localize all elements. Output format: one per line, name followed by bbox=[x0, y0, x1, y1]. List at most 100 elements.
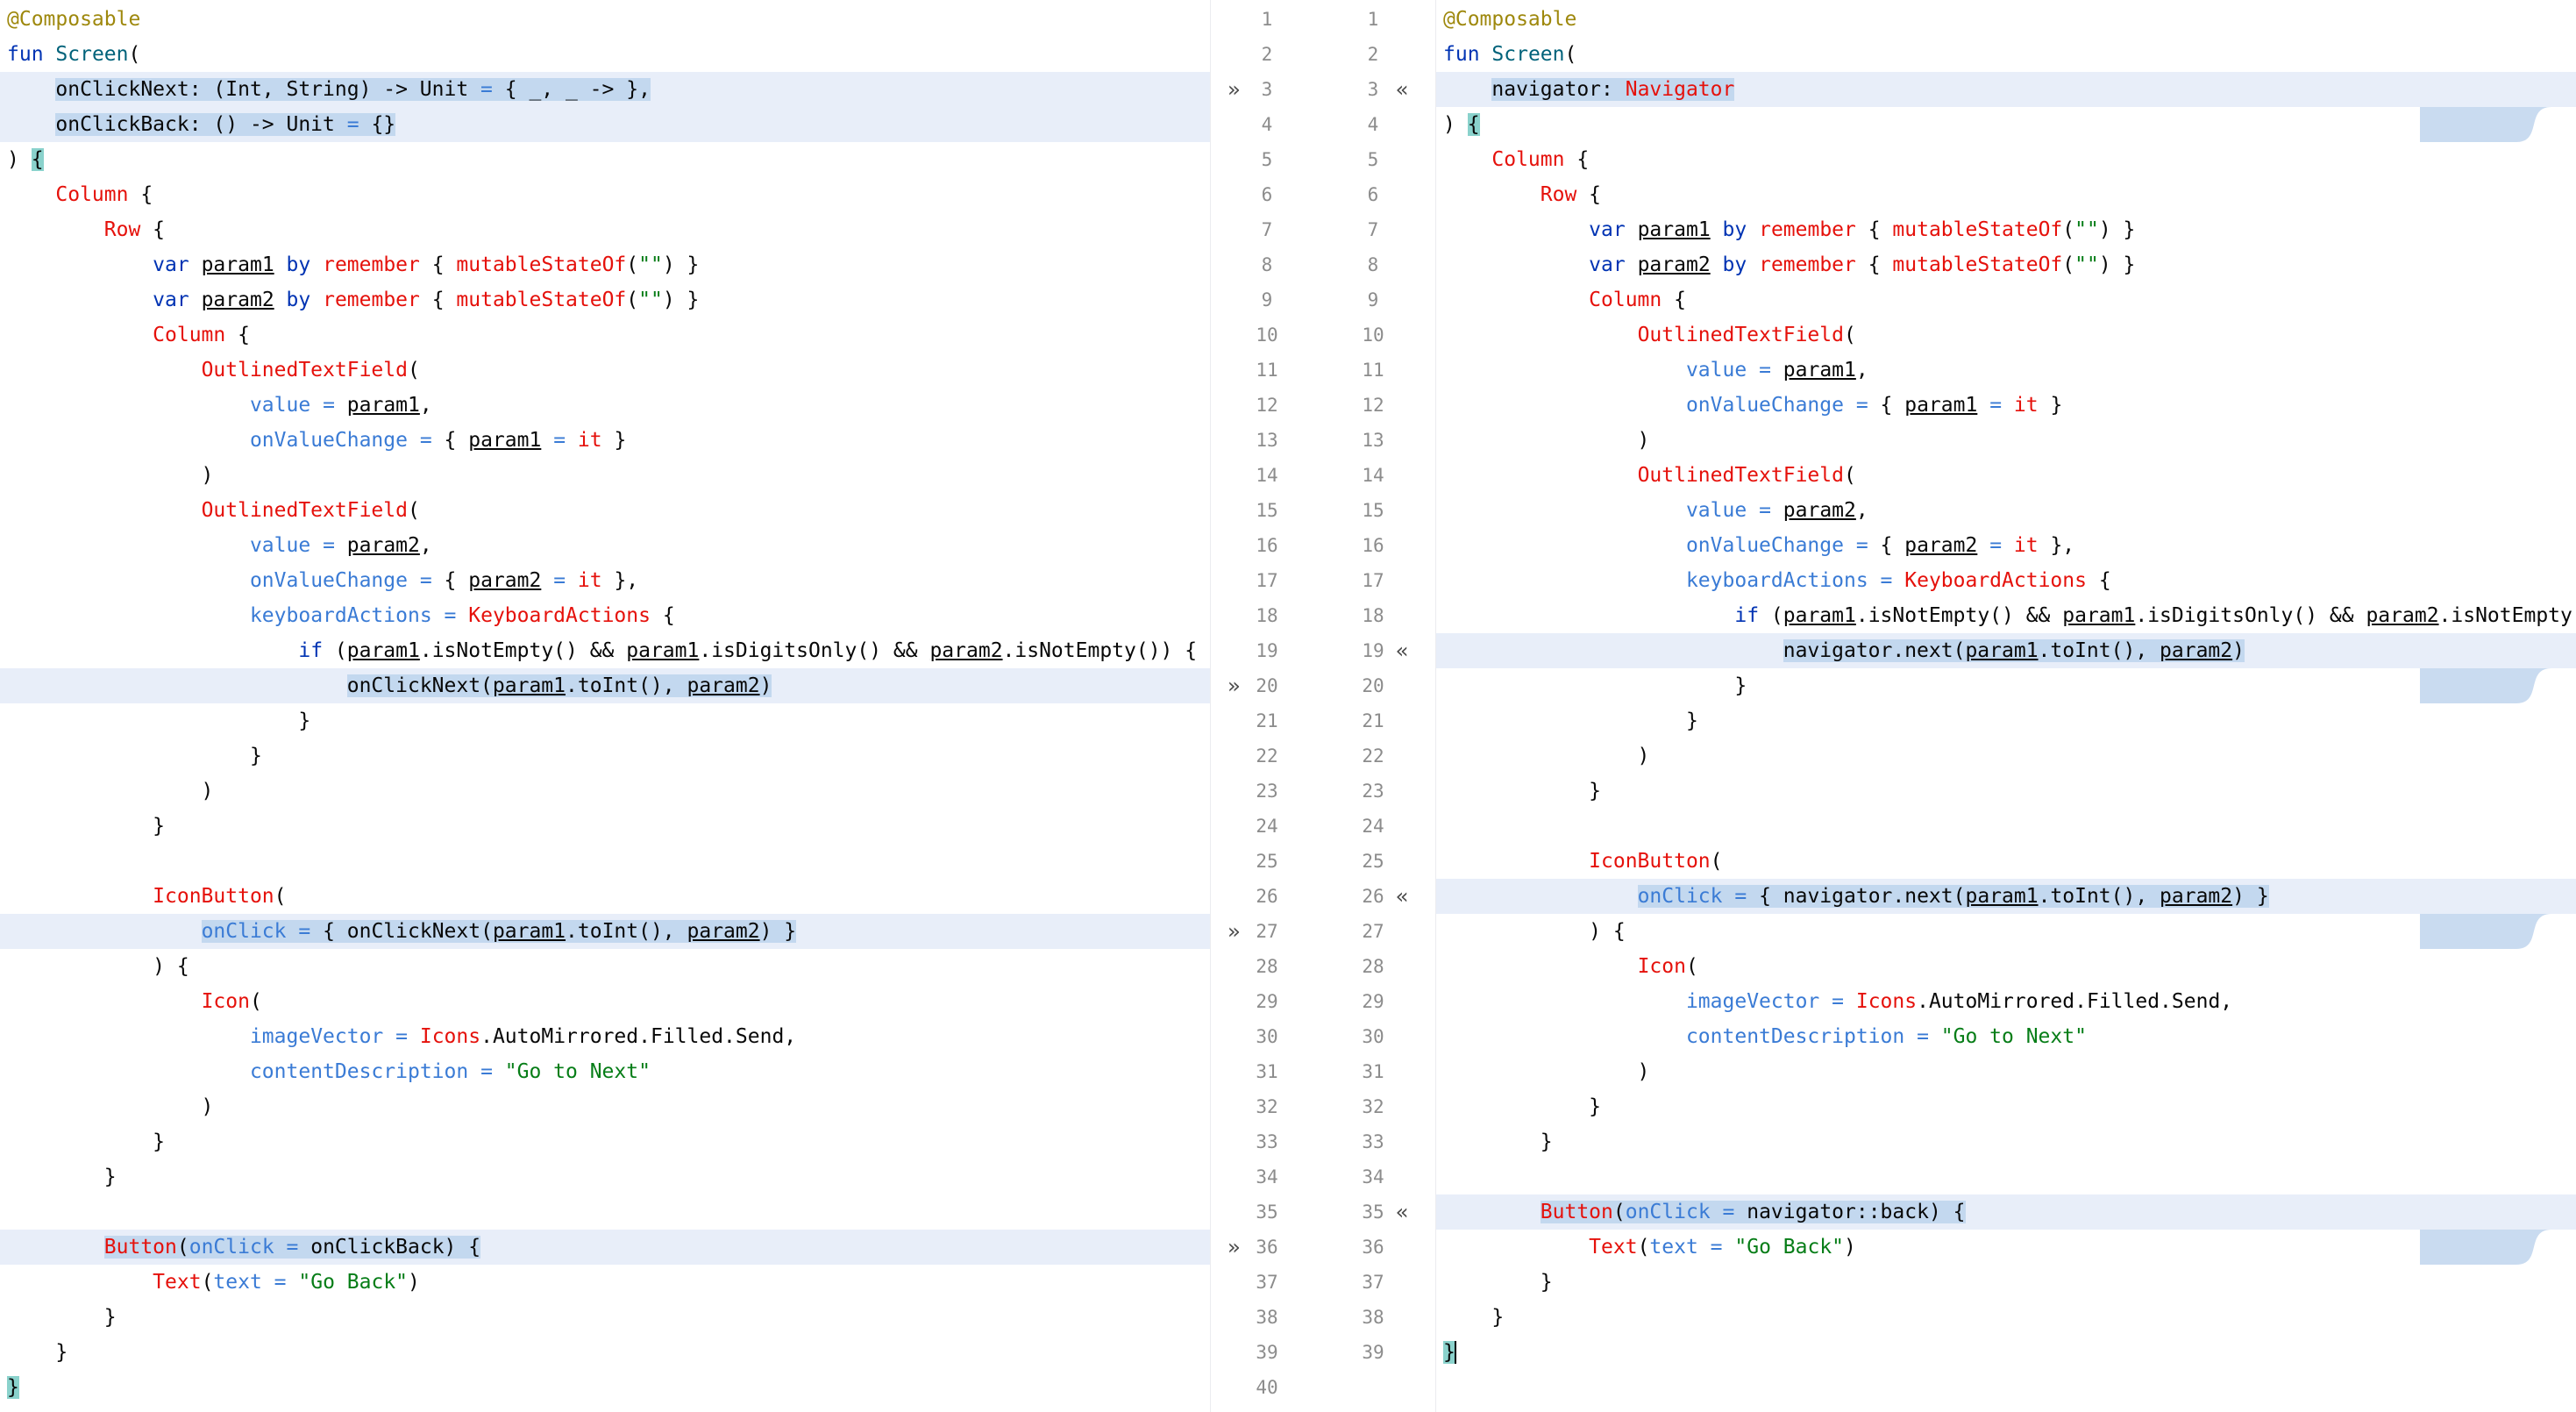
left-code-line[interactable]: } bbox=[0, 703, 1210, 738]
left-code-line[interactable]: } bbox=[0, 1159, 1210, 1194]
apply-left-icon[interactable]: « bbox=[1396, 1194, 1408, 1230]
right-code-line[interactable]: Icon( bbox=[1436, 949, 2576, 984]
left-code-line[interactable]: } bbox=[0, 1335, 1210, 1370]
apply-left-icon[interactable]: « bbox=[1396, 879, 1408, 914]
left-code-line[interactable]: onClickNext: (Int, String) -> Unit = { _… bbox=[0, 72, 1210, 107]
right-code-line[interactable]: onValueChange = { param2 = it }, bbox=[1436, 528, 2576, 563]
right-line-number: 21 bbox=[1362, 710, 1384, 731]
right-code-line[interactable]: } bbox=[1436, 1089, 2576, 1124]
right-code-line[interactable]: OutlinedTextField( bbox=[1436, 317, 2576, 353]
right-code-line[interactable]: onClick = { navigator.next(param1.toInt(… bbox=[1436, 879, 2576, 914]
left-code-line[interactable]: onValueChange = { param1 = it } bbox=[0, 423, 1210, 458]
apply-left-icon[interactable]: « bbox=[1396, 633, 1408, 668]
right-code-line[interactable]: ) bbox=[1436, 423, 2576, 458]
right-code-line[interactable]: value = param2, bbox=[1436, 493, 2576, 528]
left-code-line[interactable]: OutlinedTextField( bbox=[0, 353, 1210, 388]
right-code-line[interactable]: Column { bbox=[1436, 142, 2576, 177]
left-code-line[interactable]: } bbox=[0, 1300, 1210, 1335]
left-code-line[interactable]: } bbox=[0, 809, 1210, 844]
right-code-line[interactable]: keyboardActions = KeyboardActions { bbox=[1436, 563, 2576, 598]
left-code-line[interactable]: IconButton( bbox=[0, 879, 1210, 914]
left-code-line[interactable]: contentDescription = "Go to Next" bbox=[0, 1054, 1210, 1089]
right-code-line[interactable]: fun Screen( bbox=[1436, 37, 2576, 72]
left-code-line[interactable]: if (param1.isNotEmpty() && param1.isDigi… bbox=[0, 633, 1210, 668]
right-code-line[interactable]: Column { bbox=[1436, 282, 2576, 317]
right-line-number: 5 bbox=[1367, 149, 1379, 170]
right-code-line[interactable]: navigator.next(param1.toInt(), param2) bbox=[1436, 633, 2576, 668]
right-code-line[interactable]: navigator: Navigator bbox=[1436, 72, 2576, 107]
left-code-line[interactable]: onClick = { onClickNext(param1.toInt(), … bbox=[0, 914, 1210, 949]
left-code-line[interactable] bbox=[0, 844, 1210, 879]
right-line-number: 7 bbox=[1367, 219, 1379, 240]
left-code-line[interactable]: ) { bbox=[0, 142, 1210, 177]
left-code-line[interactable]: Row { bbox=[0, 212, 1210, 247]
right-code-line[interactable]: Row { bbox=[1436, 177, 2576, 212]
right-code-line[interactable]: Text(text = "Go Back") bbox=[1436, 1230, 2576, 1265]
right-code-line[interactable]: ) bbox=[1436, 738, 2576, 774]
left-code-line[interactable]: } bbox=[0, 1124, 1210, 1159]
left-code-line[interactable]: var param2 by remember { mutableStateOf(… bbox=[0, 282, 1210, 317]
left-code-line[interactable]: value = param2, bbox=[0, 528, 1210, 563]
right-code-line[interactable]: if (param1.isNotEmpty() && param1.isDigi… bbox=[1436, 598, 2576, 633]
left-code-line[interactable]: Button(onClick = onClickBack) { bbox=[0, 1230, 1210, 1265]
left-code-line[interactable]: keyboardActions = KeyboardActions { bbox=[0, 598, 1210, 633]
right-code-line[interactable]: contentDescription = "Go to Next" bbox=[1436, 1019, 2576, 1054]
left-line-number: 4 bbox=[1261, 114, 1273, 135]
left-code-line[interactable]: OutlinedTextField( bbox=[0, 493, 1210, 528]
right-line-number: 1 bbox=[1367, 9, 1379, 30]
left-line-number: 8 bbox=[1261, 254, 1273, 275]
right-line-number: 32 bbox=[1362, 1096, 1384, 1117]
right-code-line[interactable]: @Composable bbox=[1436, 2, 2576, 37]
right-line-number: 31 bbox=[1362, 1061, 1384, 1082]
right-code-line[interactable]: } bbox=[1436, 774, 2576, 809]
left-code-line[interactable]: } bbox=[0, 738, 1210, 774]
apply-right-icon[interactable]: » bbox=[1228, 1230, 1240, 1265]
left-code-line[interactable]: onValueChange = { param2 = it }, bbox=[0, 563, 1210, 598]
apply-right-icon[interactable]: » bbox=[1228, 668, 1240, 703]
left-code-line[interactable]: onClickNext(param1.toInt(), param2) bbox=[0, 668, 1210, 703]
left-code-line[interactable]: } bbox=[0, 1370, 1210, 1405]
apply-right-icon[interactable]: » bbox=[1228, 914, 1240, 949]
apply-left-icon[interactable]: « bbox=[1396, 72, 1408, 107]
right-code-line[interactable]: value = param1, bbox=[1436, 353, 2576, 388]
left-code-line[interactable]: @Composable bbox=[0, 2, 1210, 37]
diff-gutter: 1 2 3 4 5 6 7 8 9 10 11 12 13 14 15 16 17 18 19 20 21 22 23 24 2… bbox=[1210, 0, 2576, 1412]
right-code-line[interactable]: } bbox=[1436, 1300, 2576, 1335]
left-code-line[interactable]: value = param1, bbox=[0, 388, 1210, 423]
left-code-line[interactable]: ) bbox=[0, 1089, 1210, 1124]
right-code-line[interactable]: } bbox=[1436, 1335, 2576, 1370]
right-editor-pane[interactable]: @Composable fun Screen( navigator: Naviga… bbox=[1436, 0, 2576, 1412]
left-line-number: 32 bbox=[1256, 1096, 1278, 1117]
left-line-number: 27 bbox=[1256, 921, 1278, 942]
left-code-line[interactable]: Text(text = "Go Back") bbox=[0, 1265, 1210, 1300]
right-code-line[interactable]: IconButton( bbox=[1436, 844, 2576, 879]
right-code-line[interactable]: } bbox=[1436, 1124, 2576, 1159]
right-code-line[interactable]: ) { bbox=[1436, 107, 2576, 142]
left-code-line[interactable]: ) { bbox=[0, 949, 1210, 984]
left-code-line[interactable]: ) bbox=[0, 774, 1210, 809]
left-code-line[interactable]: fun Screen( bbox=[0, 37, 1210, 72]
apply-right-icon[interactable]: » bbox=[1228, 72, 1240, 107]
right-code-line[interactable]: var param1 by remember { mutableStateOf(… bbox=[1436, 212, 2576, 247]
right-code-line[interactable]: Button(onClick = navigator::back) { bbox=[1436, 1194, 2576, 1230]
right-code-line[interactable] bbox=[1436, 1159, 2576, 1194]
left-code-line[interactable] bbox=[0, 1194, 1210, 1230]
left-code-line[interactable]: Icon( bbox=[0, 984, 1210, 1019]
left-code-line[interactable]: Column { bbox=[0, 317, 1210, 353]
left-code-line[interactable]: Column { bbox=[0, 177, 1210, 212]
right-code-line[interactable]: } bbox=[1436, 668, 2576, 703]
left-code-line[interactable]: onClickBack: () -> Unit = {} bbox=[0, 107, 1210, 142]
right-code-line[interactable]: ) { bbox=[1436, 914, 2576, 949]
left-editor-pane[interactable]: @Composable fun Screen( onClickNext: (Int… bbox=[0, 0, 1210, 1412]
right-code-line[interactable]: onValueChange = { param1 = it } bbox=[1436, 388, 2576, 423]
left-code-line[interactable]: ) bbox=[0, 458, 1210, 493]
right-code-line[interactable]: imageVector = Icons.AutoMirrored.Filled.… bbox=[1436, 984, 2576, 1019]
right-code-line[interactable] bbox=[1436, 809, 2576, 844]
left-code-line[interactable]: var param1 by remember { mutableStateOf(… bbox=[0, 247, 1210, 282]
right-code-line[interactable]: } bbox=[1436, 703, 2576, 738]
right-code-line[interactable]: ) bbox=[1436, 1054, 2576, 1089]
right-code-line[interactable]: } bbox=[1436, 1265, 2576, 1300]
left-code-line[interactable]: imageVector = Icons.AutoMirrored.Filled.… bbox=[0, 1019, 1210, 1054]
right-code-line[interactable]: var param2 by remember { mutableStateOf(… bbox=[1436, 247, 2576, 282]
right-code-line[interactable]: OutlinedTextField( bbox=[1436, 458, 2576, 493]
